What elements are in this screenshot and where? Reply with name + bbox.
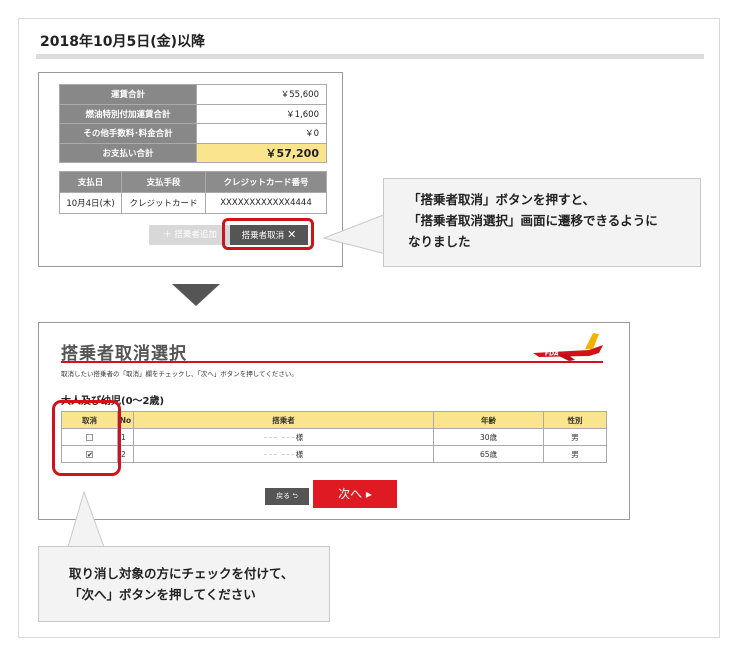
fare-label: 運賃合計 [59, 84, 197, 105]
passenger-sex: 男 [543, 445, 607, 463]
passenger-name-redacted: ｰｰｰ ｰｰｰ [263, 449, 296, 459]
payment-date: 10月4日(木) [59, 192, 122, 214]
callout-cancel-info: 「搭乗者取消」ボタンを押すと、 「搭乗者取消選択」画面に遷移できるように なりま… [383, 178, 701, 267]
fare-summary-table: 運賃合計 ￥55,600 燃油特別付加運賃合計 ￥1,600 その他手数料･料金… [59, 84, 327, 163]
plane-logo-text: FDA [545, 351, 559, 358]
passenger-sex: 男 [543, 428, 607, 446]
col-age: 年齢 [433, 411, 544, 429]
table-row: お支払い合計 ￥57,200 [59, 142, 327, 163]
next-button[interactable]: 次へ ▸ [313, 480, 397, 508]
total-value: ￥57,200 [196, 142, 327, 163]
payment-method: クレジットカード [121, 192, 206, 214]
passenger-age: 65歳 [433, 445, 544, 463]
back-button[interactable]: 戻る ⮌ [265, 488, 309, 505]
table-header-row: 取消 No 搭乗者 年齢 性別 [61, 411, 607, 429]
callout-line: 取り消し対象の方にチェックを付けて、 [69, 566, 294, 581]
cancel-selection-screenshot: 搭乗者取消選択 FDA 取消したい搭乗者の「取消」欄をチェックし、「次へ」ボタン… [38, 322, 630, 520]
airplane-logo-icon: FDA [533, 333, 603, 361]
callout-line: 「搭乗者取消」ボタンを押すと、 [408, 192, 596, 207]
total-label: お支払い合計 [59, 142, 197, 163]
passenger-age: 30歳 [433, 428, 544, 446]
table-row: 燃油特別付加運賃合計 ￥1,600 [59, 103, 327, 124]
page-heading: 2018年10月5日(金)以降 [40, 34, 205, 50]
table-row: 10月4日(木) クレジットカード XXXXXXXXXXXX4444 [59, 192, 327, 214]
fuel-surcharge-value: ￥1,600 [196, 103, 327, 124]
instruction-text: 取消したい搭乗者の「取消」欄をチェックし、「次へ」ボタンを押してください。 [61, 370, 298, 378]
fare-value: ￥55,600 [196, 84, 327, 105]
heading-divider [36, 54, 704, 59]
title-underline [61, 361, 603, 363]
down-arrow-icon [172, 284, 220, 306]
callout-line: 「次へ」ボタンを押してください [69, 587, 256, 602]
callout-line: なりました [408, 234, 471, 249]
other-fees-label: その他手数料･料金合計 [59, 123, 197, 144]
fuel-surcharge-label: 燃油特別付加運賃合計 [59, 103, 197, 124]
callout-line: 「搭乗者取消選択」画面に遷移できるように [408, 213, 658, 228]
callout-pointer [67, 490, 105, 548]
other-fees-value: ￥0 [196, 123, 327, 144]
col-sex: 性別 [543, 411, 607, 429]
table-row: 運賃合計 ￥55,600 [59, 84, 327, 105]
passenger-name-redacted: ｰｰｰ ｰｰｰ [263, 432, 296, 442]
passenger-honorific: 様 [295, 449, 304, 459]
col-passenger: 搭乗者 [133, 411, 434, 429]
col-card-number: クレジットカード番号 [205, 171, 327, 193]
callout-select-info: 取り消し対象の方にチェックを付けて、 「次へ」ボタンを押してください [38, 546, 330, 622]
table-header-row: 支払日 支払手段 クレジットカード番号 [59, 171, 327, 193]
highlight-cancel-button [222, 218, 314, 250]
passenger-honorific: 様 [295, 432, 304, 442]
callout-pointer [322, 213, 386, 255]
table-row: その他手数料･料金合計 ￥0 [59, 123, 327, 144]
add-passenger-button[interactable]: ＋ 搭乗者追加 [149, 225, 231, 245]
col-payment-method: 支払手段 [121, 171, 206, 193]
passenger-name-cell: ｰｰｰ ｰｰｰ様 [133, 428, 434, 446]
highlight-cancel-column [52, 400, 121, 476]
passenger-name-cell: ｰｰｰ ｰｰｰ様 [133, 445, 434, 463]
passenger-table: 取消 No 搭乗者 年齢 性別 1 ｰｰｰ ｰｰｰ様 30歳 男 ✔ 2 ｰｰｰ… [61, 411, 607, 463]
col-payment-date: 支払日 [59, 171, 122, 193]
table-row: ✔ 2 ｰｰｰ ｰｰｰ様 65歳 男 [61, 445, 607, 463]
payment-table: 支払日 支払手段 クレジットカード番号 10月4日(木) クレジットカード XX… [59, 171, 327, 214]
card-number: XXXXXXXXXXXX4444 [205, 192, 327, 214]
table-row: 1 ｰｰｰ ｰｰｰ様 30歳 男 [61, 428, 607, 446]
